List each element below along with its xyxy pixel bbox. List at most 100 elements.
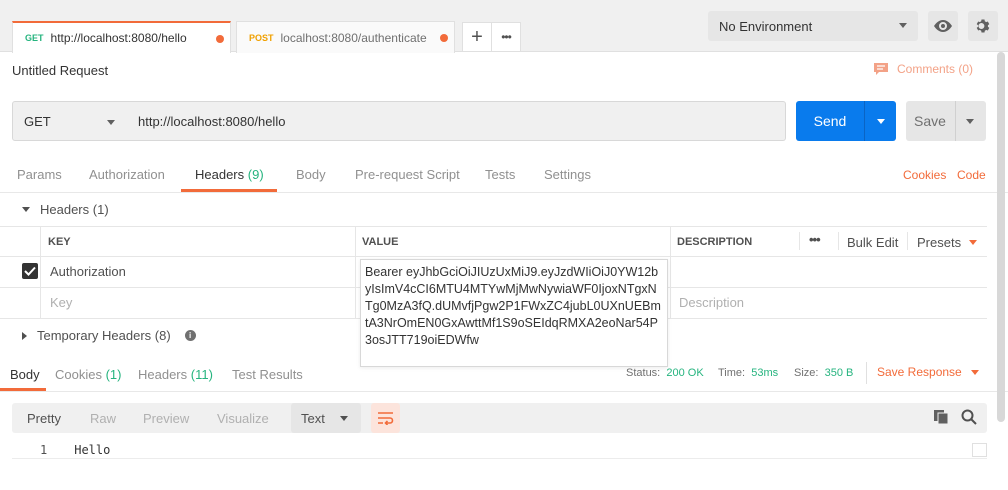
url-input[interactable]: http://localhost:8080/hello (127, 101, 786, 141)
mode-pretty[interactable]: Pretty (27, 403, 61, 433)
tab-authorization[interactable]: Authorization (89, 167, 165, 182)
chevron-down-icon (969, 240, 978, 245)
divider (955, 101, 956, 141)
wrap-icon (378, 412, 394, 425)
mode-visualize[interactable]: Visualize (217, 403, 269, 433)
divider (0, 256, 987, 257)
cookies-link[interactable]: Cookies (903, 168, 946, 182)
divider (670, 226, 671, 318)
unsaved-dot-icon (216, 35, 224, 43)
tab-settings[interactable]: Settings (544, 167, 591, 182)
unsaved-dot-icon (440, 34, 448, 42)
divider (355, 226, 356, 318)
new-tab-button[interactable]: + (462, 22, 492, 52)
header-key-cell[interactable]: Authorization (50, 264, 126, 279)
comments-button[interactable]: Comments (0) (873, 62, 973, 76)
mode-preview[interactable]: Preview (143, 403, 189, 433)
comments-label: Comments (0) (897, 62, 974, 76)
tab-headers[interactable]: Headers (9) (195, 167, 264, 182)
method-select[interactable]: GET (12, 101, 128, 141)
response-toolbar: Pretty Raw Preview Visualize (12, 403, 987, 433)
copy-icon[interactable] (934, 410, 949, 425)
divider (907, 232, 908, 250)
response-tab-headers[interactable]: Headers (11) (138, 367, 213, 382)
response-time: Time: 53ms (718, 367, 778, 379)
bulk-edit-link[interactable]: Bulk Edit (847, 235, 898, 250)
temporary-headers-count: (8) (154, 328, 171, 343)
save-label: Save (914, 113, 946, 129)
response-tab-headers-label: Headers (138, 367, 188, 382)
send-label: Send (813, 113, 847, 129)
temporary-headers-toggle[interactable]: Temporary Headers (8) i (22, 328, 196, 343)
new-header-description-input[interactable]: Description (679, 295, 744, 310)
time-value[interactable]: 53ms (751, 367, 778, 379)
page-scrollbar[interactable] (997, 52, 1005, 422)
new-header-key-input[interactable]: Key (50, 295, 72, 310)
send-options-button[interactable] (864, 101, 896, 141)
tab-headers-count: (9) (247, 167, 264, 182)
response-tab-cookies[interactable]: Cookies (1) (55, 367, 121, 382)
size-value[interactable]: 350 B (825, 367, 854, 379)
tab-url: http://localhost:8080/hello (50, 31, 187, 45)
tab-options-button[interactable]: ••• (491, 22, 521, 52)
response-size: Size: 350 B (794, 367, 853, 379)
divider (40, 226, 41, 318)
header-enabled-checkbox[interactable] (22, 263, 38, 279)
tab-params[interactable]: Params (17, 167, 62, 182)
response-tab-test-results[interactable]: Test Results (232, 367, 303, 382)
headers-section-toggle[interactable]: Headers (1) (22, 202, 109, 217)
tab-tests[interactable]: Tests (485, 167, 515, 182)
response-format-label: Text (301, 410, 325, 426)
response-status: Status: 200 OK (626, 367, 704, 379)
time-label: Time: (718, 367, 746, 379)
divider (12, 458, 987, 459)
response-tab-body[interactable]: Body (10, 367, 40, 382)
info-icon[interactable]: i (184, 330, 196, 341)
tab-body[interactable]: Body (296, 167, 326, 182)
chevron-down-icon (876, 118, 885, 124)
save-response-dropdown[interactable]: Save Response (877, 365, 979, 379)
header-value-editor[interactable]: Bearer eyJhbGciOiJIUzUxMiJ9.eyJzdWIiOiJ0… (360, 259, 668, 367)
mode-raw[interactable]: Raw (90, 403, 116, 433)
save-button[interactable]: Save (906, 101, 986, 141)
response-tab-headers-count: (11) (190, 367, 213, 382)
presets-dropdown[interactable]: Presets (917, 235, 978, 250)
settings-button[interactable] (968, 11, 998, 41)
caret-down-icon (22, 207, 30, 212)
column-header-description: DESCRIPTION (677, 236, 753, 248)
save-response-label: Save Response (877, 365, 962, 379)
editor-scrollbar[interactable] (972, 443, 987, 457)
comment-icon (874, 63, 888, 75)
column-options-button[interactable]: ••• (809, 232, 821, 247)
code-link[interactable]: Code (957, 168, 986, 182)
request-name[interactable]: Untitled Request (12, 63, 108, 78)
divider (0, 391, 1008, 392)
environment-label: No Environment (719, 18, 813, 34)
status-value[interactable]: 200 OK (666, 367, 703, 379)
search-icon[interactable] (961, 409, 977, 425)
headers-section-title: Headers (40, 202, 90, 217)
tab-method: POST (249, 32, 274, 43)
environment-select[interactable]: No Environment (708, 11, 918, 41)
response-format-select[interactable]: Text (291, 403, 361, 433)
divider (0, 192, 1008, 193)
tab-pre-request-script[interactable]: Pre-request Script (355, 167, 460, 182)
response-body-text[interactable]: Hello (74, 443, 110, 457)
chevron-down-icon (107, 120, 115, 125)
wrap-lines-button[interactable] (371, 403, 400, 433)
request-tab-authenticate[interactable]: POST localhost:8080/authenticate (236, 21, 455, 53)
tab-method: GET (25, 33, 44, 43)
gear-icon (976, 19, 990, 33)
chevron-down-icon (970, 369, 979, 375)
response-tab-cookies-count: (1) (105, 367, 122, 382)
column-header-key: KEY (48, 236, 71, 248)
chevron-down-icon[interactable] (966, 119, 974, 124)
eye-icon (934, 20, 952, 32)
headers-section-count: (1) (92, 202, 109, 217)
response-tab-cookies-label: Cookies (55, 367, 102, 382)
url-value: http://localhost:8080/hello (138, 113, 286, 129)
environment-quick-look-button[interactable] (928, 11, 958, 41)
send-button[interactable]: Send (796, 101, 896, 141)
plus-icon: + (471, 25, 483, 48)
request-tab-hello[interactable]: GET http://localhost:8080/hello (12, 21, 231, 53)
